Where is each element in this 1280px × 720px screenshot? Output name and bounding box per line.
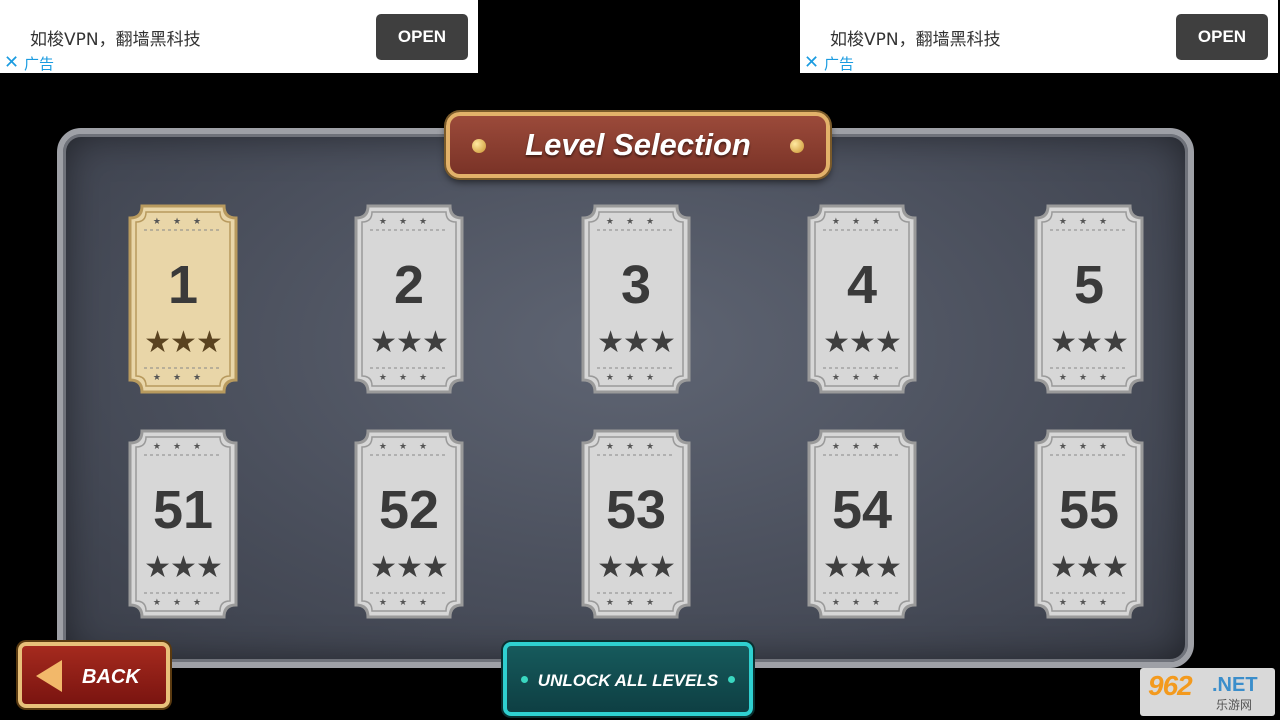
ad-banner-left[interactable]: 如梭VPN，翻墙黑科技 OPEN ✕ 广告 (0, 0, 478, 73)
ad-title[interactable]: 如梭VPN，翻墙黑科技 (830, 25, 1001, 50)
level-stars: ★★★ (1050, 551, 1129, 584)
ticket-decoration: ★★★ (152, 372, 214, 382)
level-number: 4 (846, 255, 878, 315)
level-number: 54 (831, 480, 893, 540)
ticket-decoration: ★★★ (1058, 216, 1120, 226)
ticket-decoration: ★★★ (152, 441, 214, 451)
level-ticket[interactable]: ★★★ 1 ★★★ ★★★ (128, 204, 238, 394)
ticket-decoration: ★★★ (1058, 597, 1120, 607)
level-number: 51 (152, 480, 214, 540)
level-ticket[interactable]: ★★★ 2 ★★★ ★★★ (354, 204, 464, 394)
ad-tag-label: 广告 (824, 55, 855, 73)
ticket-decoration: ★★★ (605, 372, 667, 382)
level-stars: ★★★ (370, 551, 449, 584)
level-number: 3 (620, 255, 652, 315)
ticket-decoration: ★★★ (831, 372, 893, 382)
level-stars: ★★★ (144, 326, 223, 359)
dot-icon (728, 676, 735, 683)
ad-banner-right[interactable]: 如梭VPN，翻墙黑科技 OPEN ✕ 广告 (800, 0, 1278, 73)
ticket-decoration: ★★★ (831, 441, 893, 451)
ticket-decoration: ★★★ (831, 216, 893, 226)
ticket-decoration: ★★★ (152, 597, 214, 607)
unlock-label: UNLOCK ALL LEVELS (537, 671, 719, 690)
back-arrow-icon (36, 660, 62, 692)
level-ticket[interactable]: ★★★ 53 ★★★ ★★★ (581, 429, 691, 619)
ticket-decoration: ★★★ (378, 216, 440, 226)
level-stars: ★★★ (823, 551, 902, 584)
ad-title[interactable]: 如梭VPN，翻墙黑科技 (30, 25, 201, 50)
unlock-all-levels-button[interactable]: UNLOCK ALL LEVELS (503, 642, 753, 716)
level-ticket[interactable]: ★★★ 51 ★★★ ★★★ (128, 429, 238, 619)
ad-open-button[interactable]: OPEN (376, 14, 468, 60)
ticket-decoration: ★★★ (378, 441, 440, 451)
rivet-icon (790, 139, 804, 153)
back-button[interactable]: BACK (18, 642, 170, 708)
ad-open-button[interactable]: OPEN (1176, 14, 1268, 60)
level-ticket[interactable]: ★★★ 5 ★★★ ★★★ (1034, 204, 1144, 394)
level-stars: ★★★ (597, 326, 676, 359)
level-number: 53 (605, 480, 667, 540)
ticket-decoration: ★★★ (1058, 441, 1120, 451)
watermark-logo-text: 962 (1148, 670, 1193, 701)
page-title: Level Selection (525, 127, 751, 162)
watermark-net-text: .NET (1212, 674, 1258, 696)
level-ticket[interactable]: ★★★ 54 ★★★ ★★★ (807, 429, 917, 619)
ticket-decoration: ★★★ (378, 372, 440, 382)
ticket-decoration: ★★★ (605, 216, 667, 226)
ticket-decoration: ★★★ (152, 216, 214, 226)
level-ticket[interactable]: ★★★ 55 ★★★ ★★★ (1034, 429, 1144, 619)
ticket-decoration: ★★★ (831, 597, 893, 607)
level-stars: ★★★ (144, 551, 223, 584)
ad-close-icon[interactable]: ✕ (4, 52, 19, 72)
level-ticket[interactable]: ★★★ 52 ★★★ ★★★ (354, 429, 464, 619)
level-number: 2 (393, 255, 425, 315)
level-ticket[interactable]: ★★★ 3 ★★★ ★★★ (581, 204, 691, 394)
ad-close-icon[interactable]: ✕ (804, 52, 819, 72)
watermark-sub-text: 乐游网 (1216, 698, 1253, 712)
level-stars: ★★★ (1050, 326, 1129, 359)
ticket-decoration: ★★★ (378, 597, 440, 607)
level-number: 5 (1073, 255, 1105, 315)
level-number: 55 (1058, 480, 1120, 540)
level-stars: ★★★ (597, 551, 676, 584)
site-watermark: 962 .NET 乐游网 (1140, 668, 1275, 716)
back-label: BACK (82, 666, 140, 688)
level-number: 1 (167, 255, 199, 315)
level-stars: ★★★ (823, 326, 902, 359)
ticket-decoration: ★★★ (1058, 372, 1120, 382)
level-stars: ★★★ (370, 326, 449, 359)
level-number: 52 (378, 480, 440, 540)
rivet-icon (472, 139, 486, 153)
level-ticket[interactable]: ★★★ 4 ★★★ ★★★ (807, 204, 917, 394)
title-plate: Level Selection (446, 112, 830, 178)
ticket-decoration: ★★★ (605, 441, 667, 451)
ad-tag-label: 广告 (24, 55, 55, 73)
ticket-decoration: ★★★ (605, 597, 667, 607)
